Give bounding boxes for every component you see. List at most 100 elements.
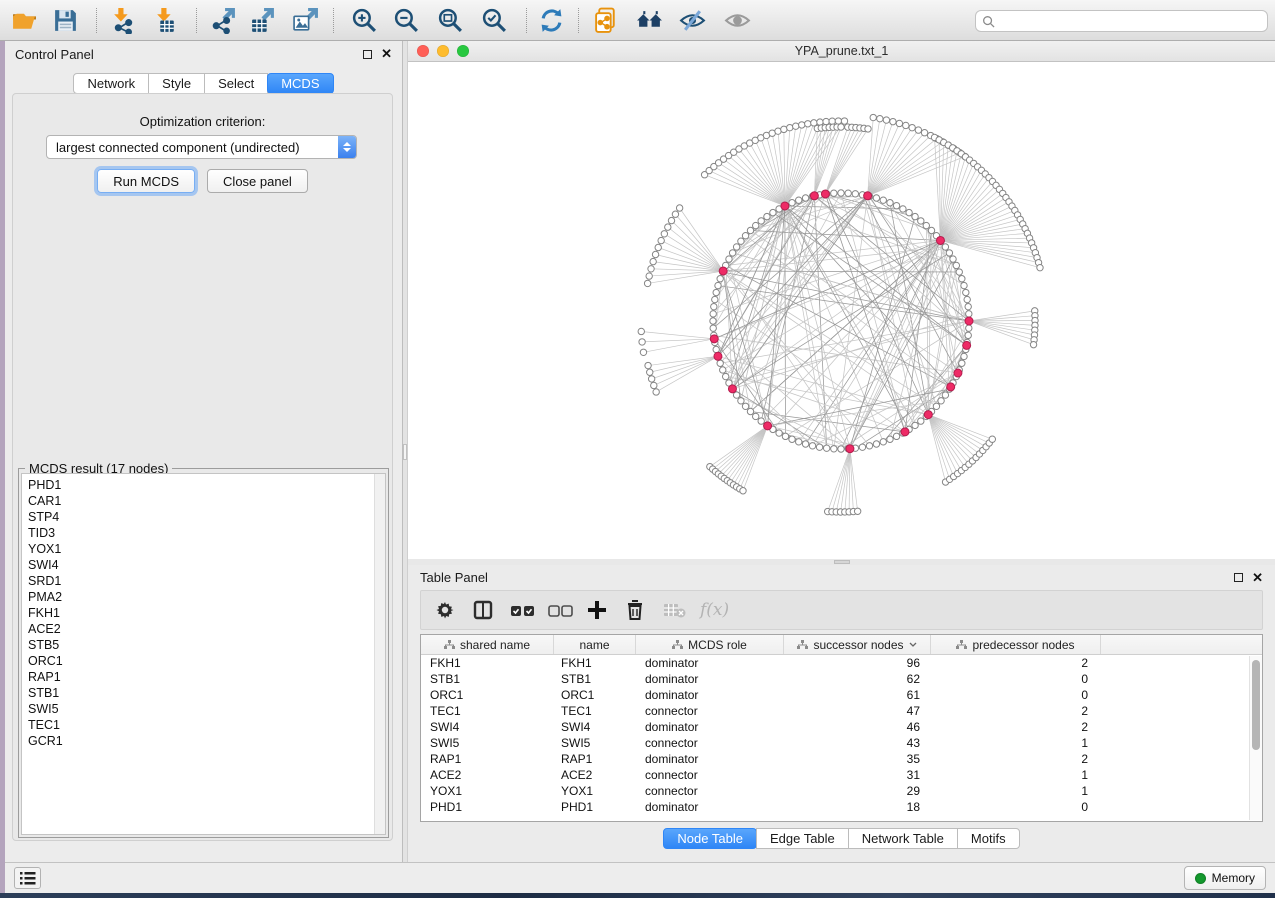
column-header-mcds-role[interactable]: MCDS role bbox=[636, 635, 784, 654]
mcds-result-item[interactable]: PMA2 bbox=[22, 589, 373, 605]
export-network-icon[interactable] bbox=[210, 7, 237, 34]
mcds-result-item[interactable]: STB5 bbox=[22, 637, 373, 653]
main-toolbar bbox=[0, 0, 1275, 41]
run-mcds-button[interactable]: Run MCDS bbox=[97, 169, 195, 193]
network-overview-icon[interactable] bbox=[593, 7, 620, 34]
close-panel-icon[interactable]: ✕ bbox=[1252, 573, 1263, 583]
export-table-icon[interactable] bbox=[249, 7, 276, 34]
table-scrollbar[interactable] bbox=[1249, 656, 1262, 820]
mcds-result-item[interactable]: ACE2 bbox=[22, 621, 373, 637]
table-row[interactable]: PHD1PHD1dominator180 bbox=[421, 799, 1248, 815]
mcds-result-item[interactable]: TEC1 bbox=[22, 717, 373, 733]
import-network-icon[interactable] bbox=[110, 7, 137, 34]
column-layout-icon[interactable] bbox=[472, 597, 510, 623]
mcds-result-item[interactable]: SWI4 bbox=[22, 557, 373, 573]
zoom-selected-icon[interactable] bbox=[481, 7, 508, 34]
table-cell: RAP1 bbox=[554, 752, 636, 766]
splitter-handle[interactable] bbox=[834, 560, 850, 564]
minimize-window-icon[interactable] bbox=[437, 45, 449, 57]
close-window-icon[interactable] bbox=[417, 45, 429, 57]
float-panel-icon[interactable] bbox=[1234, 573, 1243, 582]
show-eye-icon[interactable] bbox=[724, 7, 751, 34]
mcds-result-item[interactable]: ORC1 bbox=[22, 653, 373, 669]
column-header-successor-nodes[interactable]: successor nodes bbox=[784, 635, 931, 654]
search-input[interactable] bbox=[999, 14, 1267, 28]
create-column-icon[interactable] bbox=[586, 597, 624, 623]
mcds-result-item[interactable]: CAR1 bbox=[22, 493, 373, 509]
table-cell: connector bbox=[636, 784, 784, 798]
table-row[interactable]: RAP1RAP1dominator352 bbox=[421, 751, 1248, 767]
mcds-result-item[interactable]: STB1 bbox=[22, 685, 373, 701]
zoom-in-icon[interactable] bbox=[351, 7, 378, 34]
column-header-shared-name[interactable]: shared name bbox=[421, 635, 554, 654]
table-row[interactable]: ORC1ORC1dominator610 bbox=[421, 687, 1248, 703]
network-title: YPA_prune.txt_1 bbox=[795, 44, 889, 58]
table-cell: ACE2 bbox=[554, 768, 636, 782]
close-panel-icon[interactable]: ✕ bbox=[381, 49, 392, 59]
tab-network[interactable]: Network bbox=[73, 73, 149, 94]
mcds-result-item[interactable]: PHD1 bbox=[22, 477, 373, 493]
memory-button[interactable]: Memory bbox=[1184, 866, 1266, 890]
column-header-name[interactable]: name bbox=[554, 635, 636, 654]
table-cell: FKH1 bbox=[421, 656, 554, 670]
table-row[interactable]: ACE2ACE2connector311 bbox=[421, 767, 1248, 783]
task-history-button[interactable] bbox=[14, 867, 41, 889]
mcds-list-scrollbar[interactable] bbox=[374, 474, 385, 834]
tab-motifs[interactable]: Motifs bbox=[957, 828, 1020, 849]
tab-network-table[interactable]: Network Table bbox=[848, 828, 958, 849]
table-cell: ACE2 bbox=[421, 768, 554, 782]
close-panel-button[interactable]: Close panel bbox=[207, 169, 308, 193]
save-session-icon[interactable] bbox=[52, 7, 79, 34]
apply-layout-icon[interactable] bbox=[538, 7, 565, 34]
tab-node-table[interactable]: Node Table bbox=[663, 828, 757, 849]
scrollbar-thumb[interactable] bbox=[1252, 660, 1260, 750]
hide-panel-eye-slash-icon[interactable] bbox=[679, 7, 706, 34]
table-cell: 1 bbox=[931, 736, 1101, 750]
control-panel-titlebar: Control Panel ✕ bbox=[5, 41, 402, 67]
tab-mcds[interactable]: MCDS bbox=[267, 73, 333, 94]
tab-edge-table[interactable]: Edge Table bbox=[756, 828, 849, 849]
horizontal-splitter[interactable] bbox=[408, 559, 1275, 565]
mcds-result-groupbox: MCDS result (17 nodes) PHD1CAR1STP4TID3Y… bbox=[18, 468, 389, 838]
table-row[interactable]: SWI5SWI5connector431 bbox=[421, 735, 1248, 751]
toolbar-divider bbox=[196, 8, 197, 33]
table-row[interactable]: SWI4SWI4dominator462 bbox=[421, 719, 1248, 735]
network-frame-titlebar[interactable]: YPA_prune.txt_1 bbox=[408, 41, 1275, 62]
splitter-handle[interactable] bbox=[403, 444, 407, 460]
mcds-result-item[interactable]: GCR1 bbox=[22, 733, 373, 749]
home-networks-icon[interactable] bbox=[636, 7, 663, 34]
import-table-icon[interactable] bbox=[153, 7, 180, 34]
zoom-out-icon[interactable] bbox=[393, 7, 420, 34]
mcds-result-item[interactable]: STP4 bbox=[22, 509, 373, 525]
export-image-icon[interactable] bbox=[292, 7, 319, 34]
deselect-all-columns-icon[interactable] bbox=[548, 597, 586, 623]
select-all-columns-icon[interactable] bbox=[510, 597, 548, 623]
network-canvas[interactable] bbox=[408, 62, 1275, 559]
open-file-icon[interactable] bbox=[11, 7, 38, 34]
table-cell: dominator bbox=[636, 656, 784, 670]
mcds-result-item[interactable]: FKH1 bbox=[22, 605, 373, 621]
tab-select[interactable]: Select bbox=[204, 73, 268, 94]
network-graph[interactable] bbox=[408, 62, 1275, 559]
mcds-result-item[interactable]: SRD1 bbox=[22, 573, 373, 589]
mcds-result-item[interactable]: RAP1 bbox=[22, 669, 373, 685]
delete-column-icon[interactable] bbox=[624, 597, 662, 623]
table-row[interactable]: STB1STB1dominator620 bbox=[421, 671, 1248, 687]
column-header-predecessor-nodes[interactable]: predecessor nodes bbox=[931, 635, 1101, 654]
zoom-fit-icon[interactable] bbox=[437, 7, 464, 34]
mcds-result-item[interactable]: YOX1 bbox=[22, 541, 373, 557]
optimization-criterion-select[interactable]: largest connected component (undirected) bbox=[46, 135, 357, 159]
table-row[interactable]: FKH1FKH1dominator962 bbox=[421, 655, 1248, 671]
settings-gear-icon[interactable] bbox=[434, 597, 472, 623]
float-panel-icon[interactable] bbox=[363, 50, 372, 59]
table-cell: 43 bbox=[784, 736, 931, 750]
mcds-result-item[interactable]: SWI5 bbox=[22, 701, 373, 717]
column-type-icon bbox=[956, 640, 967, 650]
table-row[interactable]: TEC1TEC1connector472 bbox=[421, 703, 1248, 719]
optimization-criterion-label: Optimization criterion: bbox=[13, 114, 392, 129]
table-row[interactable]: YOX1YOX1connector291 bbox=[421, 783, 1248, 799]
mcds-result-item[interactable]: TID3 bbox=[22, 525, 373, 541]
maximize-window-icon[interactable] bbox=[457, 45, 469, 57]
search-field[interactable] bbox=[975, 10, 1268, 32]
tab-style[interactable]: Style bbox=[148, 73, 205, 94]
